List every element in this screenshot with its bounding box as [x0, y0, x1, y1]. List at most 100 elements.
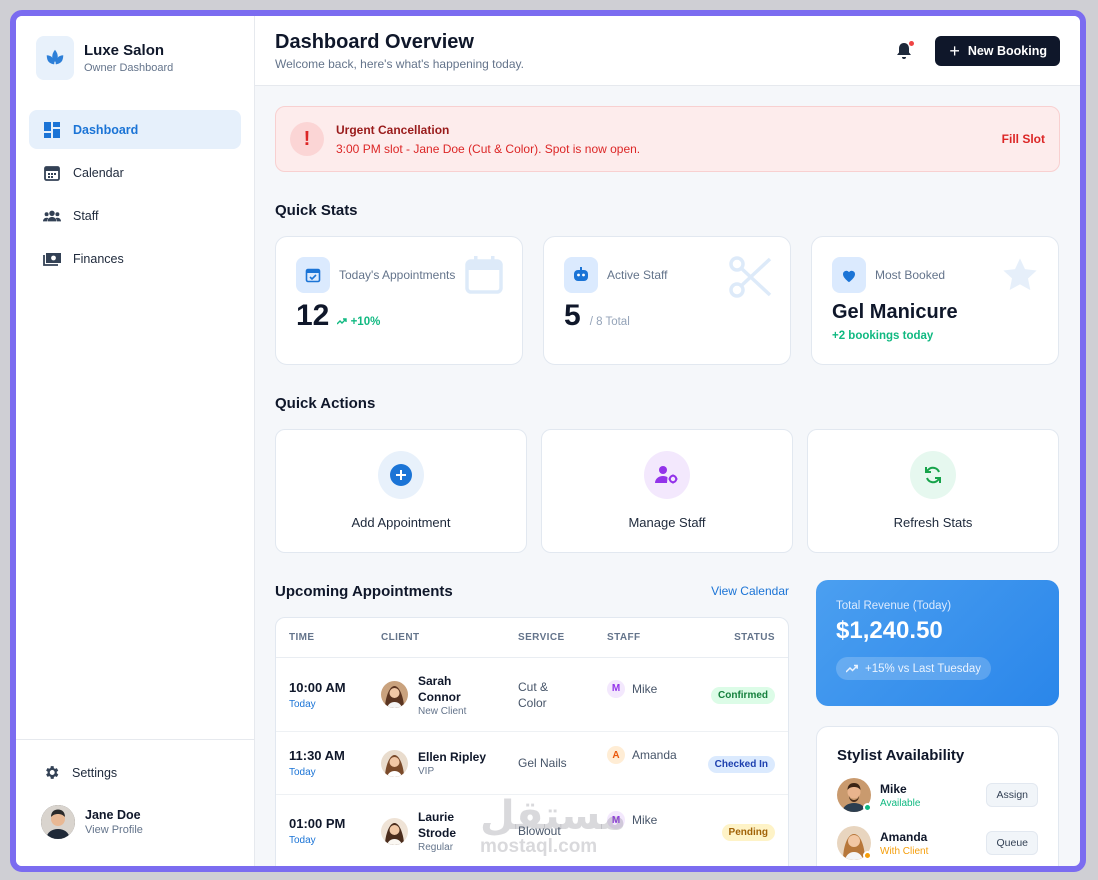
action-label: Refresh Stats	[893, 515, 973, 530]
service-name: Blowout	[518, 824, 561, 838]
sidebar-item-dashboard[interactable]: Dashboard	[29, 110, 241, 149]
top-bar: Dashboard Overview Welcome back, here's …	[255, 16, 1080, 86]
brand-subtitle: Owner Dashboard	[84, 62, 174, 74]
quick-actions-title: Quick Actions	[275, 395, 376, 412]
client-name-line2: Connor	[418, 689, 461, 704]
user-profile[interactable]: Jane Doe View Profile	[41, 805, 228, 839]
stat-total: / 8 Total	[589, 316, 630, 328]
stat-value: 12	[296, 299, 330, 332]
quick-stats: Today's Appointments 12 +10% Active Staf…	[275, 236, 1060, 365]
staff-initial-badge: M	[607, 679, 625, 698]
stat-card-most-booked: Most Booked Gel Manicure +2 bookings tod…	[811, 236, 1059, 365]
staff-name: Amanda	[632, 748, 677, 762]
client-name: Sarah	[418, 673, 452, 688]
brand-name: Luxe Salon	[84, 42, 165, 59]
view-profile-link[interactable]: View Profile	[85, 824, 143, 836]
table-row[interactable]: 10:00 AM Today Sarah Connor New Client C…	[276, 658, 788, 732]
stat-label: Today's Appointments	[339, 268, 456, 282]
appointment-time: 10:00 AM	[289, 679, 346, 695]
sidebar-item-label: Finances	[73, 251, 124, 266]
service-name-line2: Color	[518, 695, 547, 710]
user-gear-icon	[644, 451, 690, 499]
calendar-check-icon	[296, 257, 330, 293]
appointments-table: TIME CLIENT SERVICE STAFF STATUS 10:00 A…	[275, 617, 789, 866]
column-header-service[interactable]: SERVICE	[518, 632, 607, 643]
revenue-label: Total Revenue (Today)	[836, 600, 952, 612]
heart-icon	[832, 257, 866, 293]
refresh-stats-button[interactable]: Refresh Stats	[807, 429, 1059, 553]
avatar	[41, 805, 75, 839]
stylist-row: Amanda With Client Queue	[837, 826, 1038, 860]
user-name: Jane Doe	[85, 808, 141, 822]
settings-link[interactable]: Settings	[42, 740, 228, 805]
revenue-change-value: +15% vs Last Tuesday	[865, 662, 982, 675]
fill-slot-button[interactable]: Fill Slot	[1002, 132, 1045, 146]
client-tag: VIP	[418, 766, 435, 777]
client-name: Ellen Ripley	[418, 750, 487, 764]
manage-staff-button[interactable]: Manage Staff	[541, 429, 793, 553]
status-badge: Confirmed	[711, 687, 775, 704]
settings-label: Settings	[72, 765, 118, 780]
status-dot	[863, 851, 872, 860]
client-tag: New Client	[418, 705, 467, 717]
sidebar-item-calendar[interactable]: Calendar	[29, 153, 241, 192]
add-appointment-button[interactable]: Add Appointment	[275, 429, 527, 553]
stylist-row: Mike Available Assign	[837, 778, 1038, 812]
sidebar-nav: Dashboard Calendar Staff Finances	[16, 110, 254, 278]
column-header-status[interactable]: STATUS	[697, 632, 775, 643]
stat-label: Most Booked	[875, 268, 946, 282]
stat-sub: +2 bookings today	[832, 330, 934, 342]
upcoming-appointments: Upcoming Appointments View Calendar TIME…	[275, 580, 789, 866]
avatar	[381, 749, 408, 777]
client-name-line2: Strode	[418, 826, 457, 840]
sidebar: Luxe Salon Owner Dashboard Dashboard Cal…	[16, 16, 255, 866]
trending-up-icon	[336, 318, 348, 325]
lotus-logo-icon	[36, 36, 74, 80]
queue-button[interactable]: Queue	[986, 831, 1038, 855]
alert-title: Urgent Cancellation	[336, 122, 450, 137]
revenue-value: $1,240.50	[836, 617, 943, 644]
plus-icon: +	[949, 40, 960, 61]
urgent-alert: ! Urgent Cancellation 3:00 PM slot - Jan…	[275, 106, 1060, 172]
money-icon	[43, 250, 61, 268]
stat-value: Gel Manicure	[832, 301, 958, 323]
sidebar-item-label: Calendar	[73, 165, 124, 180]
trending-up-icon	[846, 664, 858, 673]
table-row[interactable]: 11:30 AM Today Ellen Ripley VIP Gel Nail…	[276, 732, 788, 795]
dashboard-icon	[43, 121, 61, 139]
gear-icon	[42, 764, 60, 782]
stat-trend: +10%	[336, 316, 380, 328]
service-name: Cut &	[518, 679, 549, 694]
stat-label: Active Staff	[607, 268, 668, 282]
status-badge: Pending	[721, 823, 775, 841]
column-header-time[interactable]: TIME	[289, 632, 381, 643]
appointment-day: Today	[289, 835, 316, 846]
exclamation-icon: !	[290, 122, 324, 156]
column-header-client[interactable]: CLIENT	[381, 632, 518, 643]
staff-name: Mike	[632, 813, 658, 827]
calendar-icon	[43, 164, 61, 182]
availability-title: Stylist Availability	[837, 747, 965, 764]
column-header-staff[interactable]: STAFF	[607, 632, 697, 643]
sidebar-item-label: Staff	[73, 208, 99, 223]
stat-card-active-staff: Active Staff 5 / 8 Total	[543, 236, 791, 365]
group-icon	[43, 207, 61, 225]
staff-initial-badge: M	[607, 811, 625, 829]
alert-message: 3:00 PM slot - Jane Doe (Cut & Color). S…	[336, 141, 641, 156]
stat-value: 5	[564, 299, 581, 332]
view-calendar-link[interactable]: View Calendar	[711, 584, 789, 598]
new-booking-button[interactable]: + New Booking	[935, 35, 1060, 66]
assign-button[interactable]: Assign	[986, 783, 1038, 807]
status-badge: Checked In	[707, 755, 775, 773]
table-row[interactable]: 01:00 PM Today Laurie Strode Regular Blo…	[276, 795, 788, 866]
sidebar-item-finances[interactable]: Finances	[29, 239, 241, 278]
refresh-icon	[910, 451, 956, 499]
scissors-watermark-icon	[728, 255, 772, 304]
new-booking-label: New Booking	[967, 43, 1047, 58]
quick-actions: Add Appointment Manage Staff Refresh Sta…	[275, 429, 1060, 553]
client-name: Laurie	[418, 810, 455, 824]
notification-bell-icon[interactable]	[895, 40, 915, 61]
sidebar-item-staff[interactable]: Staff	[29, 196, 241, 235]
staff-initial-badge: A	[607, 746, 625, 764]
stylist-status: With Client	[880, 845, 929, 857]
